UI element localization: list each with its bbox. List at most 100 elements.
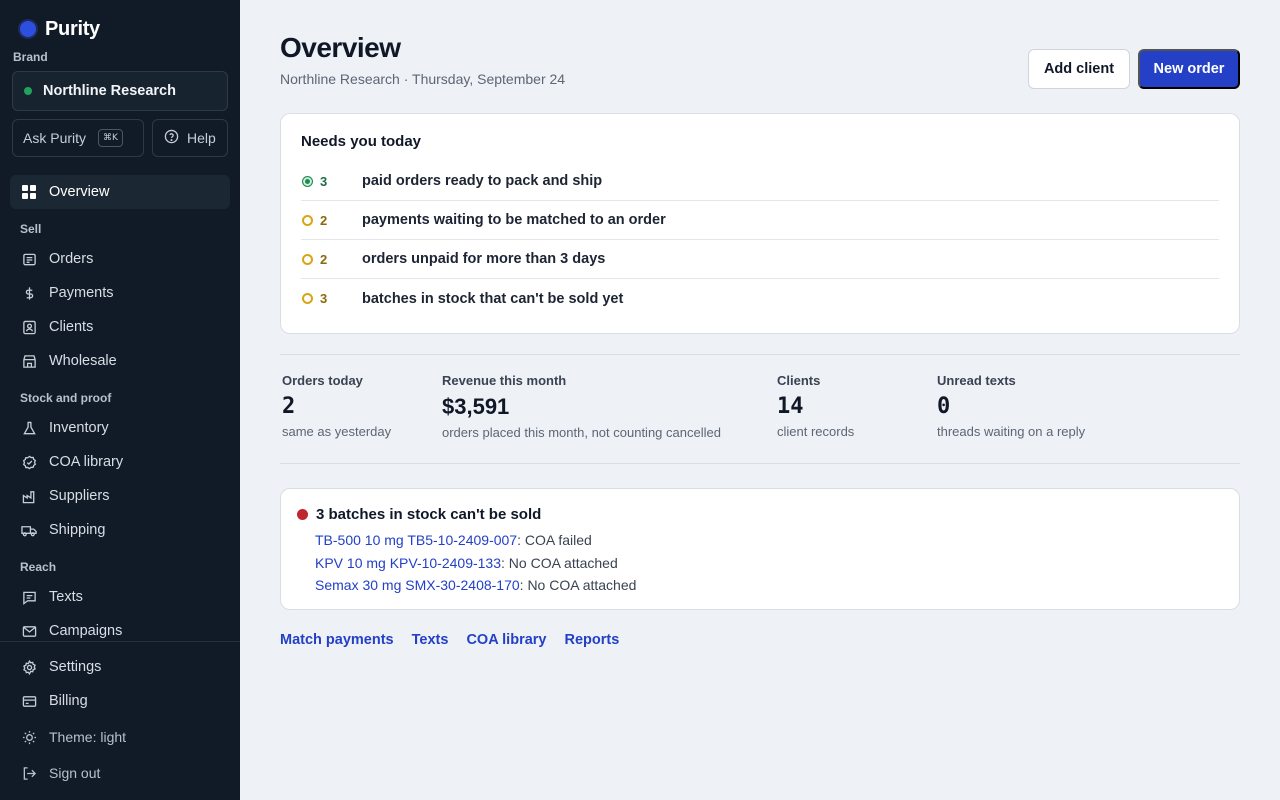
- sidebar-item-clients[interactable]: Clients: [10, 310, 230, 344]
- sidebar-item-coa-library[interactable]: COA library: [10, 445, 230, 479]
- brand-switcher[interactable]: Northline Research: [12, 71, 228, 111]
- batch-reason: : No COA attached: [501, 555, 618, 571]
- sidebar-item-inventory[interactable]: Inventory: [10, 411, 230, 445]
- factory-icon: [21, 488, 37, 504]
- sidebar-item-label: Orders: [49, 251, 94, 267]
- theme-toggle[interactable]: Theme: light: [10, 720, 230, 754]
- app-logo[interactable]: Purity: [20, 18, 100, 40]
- batch-reason: : No COA attached: [519, 577, 637, 593]
- mail-icon: [21, 623, 37, 639]
- sidebar-item-wholesale[interactable]: Wholesale: [10, 344, 230, 378]
- brand-label: Brand: [13, 50, 48, 64]
- task-item[interactable]: 3 paid orders ready to pack and ship: [301, 162, 1219, 201]
- brand-status-dot-icon: [24, 87, 32, 95]
- sidebar-divider: [0, 641, 240, 642]
- sidebar-item-settings[interactable]: Settings: [10, 650, 230, 684]
- stat-title: Revenue this month: [442, 373, 567, 388]
- sidebar-item-label: Overview: [49, 184, 110, 200]
- dollar-icon: [21, 285, 37, 301]
- nav-section-sell: Sell: [20, 222, 42, 236]
- app-name: Purity: [45, 17, 100, 40]
- sidebar-item-shipping[interactable]: Shipping: [10, 513, 230, 547]
- sidebar-item-label: Billing: [49, 693, 88, 709]
- credit-card-icon: [21, 693, 37, 709]
- task-count: 2: [320, 212, 328, 228]
- page-title: Overview: [280, 32, 401, 63]
- sidebar-item-label: Settings: [49, 659, 102, 675]
- sidebar-item-orders[interactable]: Orders: [10, 242, 230, 276]
- sidebar-item-label: COA library: [49, 454, 124, 470]
- batch-link[interactable]: Semax 30 mg SMX-30-2408-170: [315, 577, 520, 593]
- task-item[interactable]: 3 batches in stock that can't be sold ye…: [301, 279, 1219, 318]
- task-label: paid orders ready to pack and ship: [362, 173, 603, 189]
- status-dot-amber-icon: [302, 214, 313, 226]
- message-icon: [21, 589, 37, 605]
- help-button[interactable]: Help: [152, 119, 228, 157]
- stat-title: Clients: [777, 373, 821, 388]
- ask-purity-label: Ask Purity: [23, 130, 87, 146]
- sidebar-item-texts[interactable]: Texts: [10, 580, 230, 614]
- contact-card-icon: [21, 319, 37, 335]
- sidebar-item-billing[interactable]: Billing: [10, 684, 230, 718]
- stat-value: $3,591: [442, 394, 510, 419]
- sidebar-item-label: Shipping: [49, 522, 106, 538]
- sign-out-label: Sign out: [49, 765, 101, 781]
- task-count: 2: [320, 251, 328, 267]
- task-item[interactable]: 2 payments waiting to be matched to an o…: [301, 201, 1219, 240]
- needs-you-today-card: Needs you today 3 paid orders ready to p…: [280, 113, 1240, 334]
- stat-title: Unread texts: [937, 373, 1016, 388]
- badge-check-icon: [21, 454, 37, 470]
- task-count: 3: [320, 291, 328, 306]
- stat-value: 14: [777, 394, 804, 419]
- sidebar-item-label: Wholesale: [49, 353, 117, 369]
- stat-revenue-month: Revenue this month $3,591 orders placed …: [442, 373, 721, 440]
- alert-batch-row: TB-500 10 mg TB5-10-2409-007: COA failed: [315, 532, 592, 548]
- sidebar-item-overview[interactable]: Overview: [10, 175, 230, 209]
- gear-icon: [21, 659, 37, 675]
- sidebar-item-payments[interactable]: Payments: [10, 276, 230, 310]
- help-icon: [164, 129, 179, 147]
- stat-clients: Clients 14 client records: [777, 373, 854, 439]
- grid-icon: [21, 184, 37, 200]
- sidebar: Purity Brand Northline Research Ask Puri…: [0, 0, 240, 800]
- batch-link[interactable]: KPV 10 mg KPV-10-2409-133: [315, 555, 501, 571]
- ask-shortcut-badge: ⌘K: [98, 129, 123, 147]
- sign-out-button[interactable]: Sign out: [10, 756, 230, 790]
- link-coa-library[interactable]: COA library: [466, 632, 546, 648]
- receipt-icon: [21, 251, 37, 267]
- batch-link[interactable]: TB-500 10 mg TB5-10-2409-007: [315, 532, 517, 548]
- sign-out-icon: [21, 765, 37, 781]
- ask-purity-button[interactable]: Ask Purity ⌘K: [12, 119, 144, 157]
- link-match-payments[interactable]: Match payments: [280, 632, 394, 648]
- flask-icon: [21, 420, 37, 436]
- sidebar-item-campaigns[interactable]: Campaigns: [10, 614, 230, 648]
- stat-orders-today: Orders today 2 same as yesterday: [282, 373, 391, 439]
- sidebar-item-label: Texts: [49, 589, 83, 605]
- status-dot-green-icon: [302, 175, 313, 187]
- card-title: Needs you today: [301, 133, 422, 150]
- nav-section-stock: Stock and proof: [20, 391, 112, 405]
- new-order-button[interactable]: New order: [1138, 49, 1240, 89]
- link-reports[interactable]: Reports: [564, 632, 619, 648]
- stats-row: Orders today 2 same as yesterday Revenue…: [280, 354, 1240, 464]
- nav-section-reach: Reach: [20, 560, 57, 574]
- task-label: orders unpaid for more than 3 days: [362, 251, 606, 267]
- sidebar-item-suppliers[interactable]: Suppliers: [10, 479, 230, 513]
- store-icon: [21, 353, 37, 369]
- stat-unread-texts: Unread texts 0 threads waiting on a repl…: [937, 373, 1085, 439]
- theme-label: Theme: light: [49, 729, 127, 745]
- stat-caption: threads waiting on a reply: [937, 424, 1086, 439]
- stat-value: 2: [282, 394, 296, 419]
- stat-title: Orders today: [282, 373, 363, 388]
- add-client-button[interactable]: Add client: [1028, 49, 1130, 89]
- task-label: batches in stock that can't be sold yet: [362, 290, 624, 307]
- task-item[interactable]: 2 orders unpaid for more than 3 days: [301, 240, 1219, 279]
- stat-caption: same as yesterday: [282, 424, 392, 439]
- sidebar-item-label: Payments: [49, 285, 114, 301]
- link-texts[interactable]: Texts: [412, 632, 449, 648]
- stat-value: 0: [937, 394, 951, 419]
- alert-title: 3 batches in stock can't be sold: [316, 506, 542, 523]
- alert-batch-row: KPV 10 mg KPV-10-2409-133: No COA attach…: [315, 555, 618, 571]
- brand-name: Northline Research: [43, 83, 176, 99]
- quick-links: Match payments Texts COA library Reports: [280, 632, 619, 648]
